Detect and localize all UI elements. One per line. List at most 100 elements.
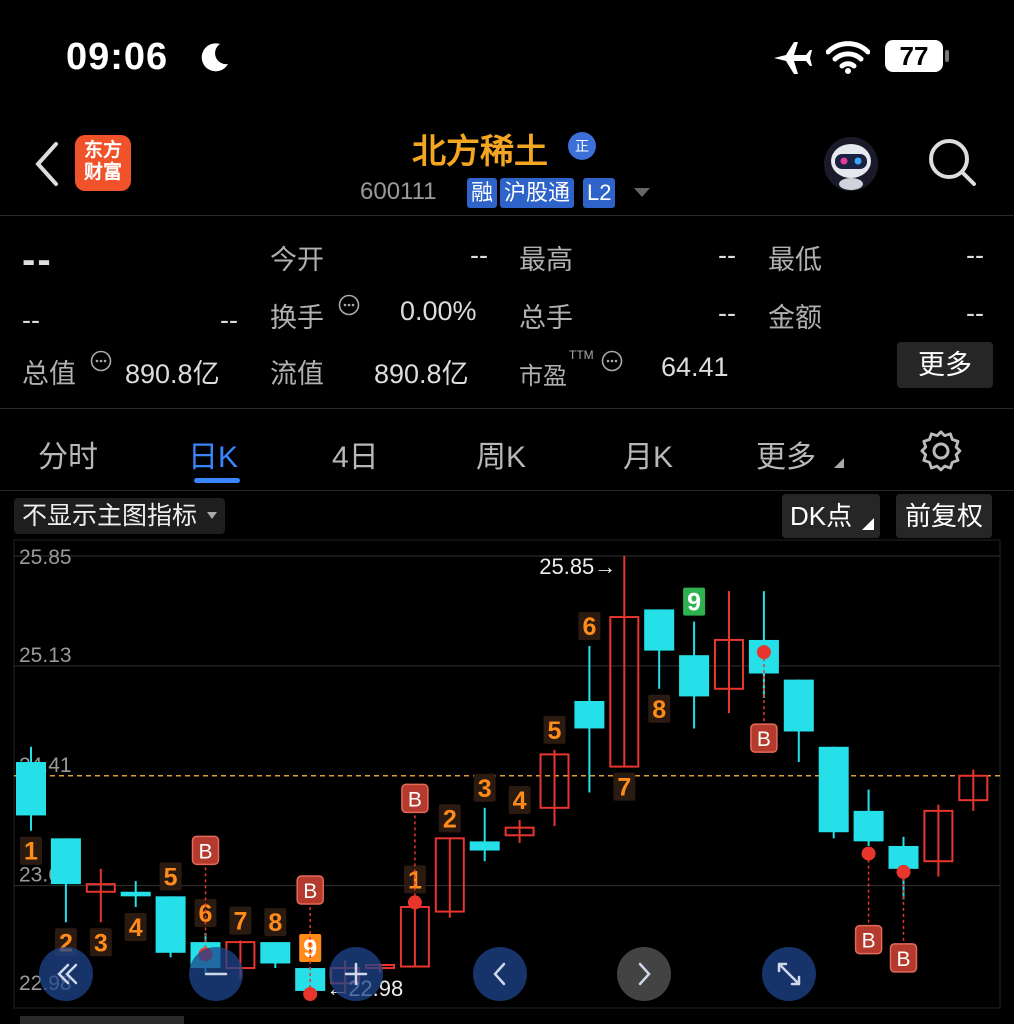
info-icon[interactable] [90, 350, 112, 372]
wifi-icon [826, 41, 870, 74]
buy-signal-label: B [198, 840, 212, 863]
sub-indicator-strip [20, 1016, 184, 1024]
sequence-count-label: 9 [687, 589, 701, 617]
margin-tag: 融 [467, 178, 498, 208]
amount-value: -- [966, 298, 984, 328]
candle-body [16, 762, 46, 816]
chevron-down-icon [207, 512, 218, 519]
buy-signal-label: B [408, 788, 422, 811]
candle-body [120, 891, 151, 897]
tab-4day[interactable]: 4日 [332, 432, 379, 476]
airplane-icon [774, 42, 812, 74]
candle-body [644, 609, 675, 651]
battery-level: 77 [899, 41, 929, 71]
low-label: 最低 [768, 245, 822, 275]
triangle-icon [834, 458, 844, 468]
volume-label: 总手 [519, 303, 573, 333]
tab-timeshare[interactable]: 分时 [38, 432, 98, 476]
total-cap-value: 890.8亿 [125, 359, 220, 389]
triangle-icon [862, 518, 875, 530]
buy-signal-dot [303, 987, 318, 1001]
more-quote-button[interactable]: 更多 [897, 342, 993, 388]
candle-body [469, 841, 500, 851]
candle-body [818, 746, 849, 833]
right-icon[interactable] [617, 947, 671, 1001]
candle-body [853, 810, 884, 842]
stock-code[interactable]: 600111 [360, 178, 437, 206]
tab-more[interactable]: 更多 [756, 432, 816, 476]
fullscreen-icon[interactable] [762, 947, 816, 1001]
sequence-count-label: 7 [617, 774, 631, 802]
buy-signal-label: B [862, 930, 876, 953]
tab-month-k[interactable]: 月K [623, 432, 673, 476]
high-value: -- [718, 240, 736, 270]
high-label: 最高 [519, 245, 573, 275]
back-icon[interactable] [30, 140, 64, 188]
price-change-pct: -- [220, 305, 238, 335]
sequence-count-label: 3 [94, 929, 108, 957]
sequence-count-label: 8 [268, 909, 282, 937]
buy-signal-label: B [757, 728, 771, 751]
turnover-value: 0.00% [400, 296, 477, 326]
indicator-select-label: 不显示主图指标 [22, 502, 198, 530]
y-axis-tick-label: 25.85 [19, 546, 72, 569]
price-change: -- [22, 305, 40, 335]
info-icon[interactable] [601, 350, 623, 372]
sequence-count-label: 1 [24, 838, 38, 866]
adjust-mode-button[interactable]: 前复权 [896, 494, 993, 538]
buy-signal-label: B [303, 880, 317, 903]
float-cap-label: 流值 [270, 359, 324, 389]
sequence-count-label: 5 [164, 863, 178, 891]
sequence-count-label: 7 [233, 908, 247, 936]
volume-value: -- [718, 298, 736, 328]
divider [0, 408, 1014, 409]
sequence-count-label: 6 [582, 613, 596, 641]
current-price: -- [22, 238, 53, 282]
dk-point-button[interactable]: DK点 [782, 494, 881, 538]
chevron-down-icon[interactable] [634, 188, 650, 198]
buy-signal-dot [756, 645, 771, 660]
sequence-count-label: 4 [513, 787, 527, 815]
brand-logo[interactable]: 东方 财富 [75, 135, 131, 191]
low-value: -- [966, 240, 984, 270]
amount-label: 金额 [768, 303, 822, 333]
y-axis-tick-label: 25.13 [19, 644, 72, 667]
pe-label: 市盈 [519, 363, 567, 390]
search-icon[interactable] [926, 136, 978, 188]
gear-icon[interactable] [920, 430, 962, 472]
open-value: -- [470, 240, 488, 270]
divider [0, 490, 1014, 491]
sequence-count-label: 8 [652, 696, 666, 724]
robot-assistant-icon[interactable] [822, 135, 880, 193]
left-icon[interactable] [473, 947, 527, 1001]
logo-line1: 东方 [83, 140, 122, 161]
kline-chart[interactable]: 25.8525.1324.4123.6922.9825.85→←22.98123… [0, 538, 1014, 1016]
candle-body [679, 655, 710, 697]
total-cap-label: 总值 [22, 359, 76, 389]
minus-icon[interactable] [189, 947, 243, 1001]
open-label: 今开 [270, 245, 324, 275]
max-price-label: 25.85→ [539, 554, 616, 579]
buy-signal-label: B [896, 948, 910, 971]
indicator-select[interactable]: 不显示主图指标 [14, 498, 226, 534]
info-icon[interactable] [338, 294, 360, 316]
divider [0, 215, 1014, 216]
plus-icon[interactable] [329, 947, 383, 1001]
candle-body [155, 896, 186, 953]
verified-badge: 正 [568, 132, 596, 160]
sequence-count-label: 4 [129, 914, 143, 942]
dk-point-label: DK点 [790, 501, 853, 531]
connect-tag: 沪股通 [500, 178, 575, 208]
sequence-count-label: 2 [443, 805, 457, 833]
tab-week-k[interactable]: 周K [476, 432, 526, 476]
tab-day-k[interactable]: 日K [188, 432, 238, 476]
double-left-icon[interactable] [39, 947, 93, 1001]
logo-line2: 财富 [83, 162, 122, 183]
level2-tag: L2 [583, 178, 616, 208]
moon-icon [201, 43, 228, 72]
sequence-count-label: 5 [548, 717, 562, 745]
status-time: 09:06 [66, 36, 169, 78]
active-tab-indicator [194, 478, 240, 483]
candle-body [783, 679, 814, 732]
buy-signal-dot [896, 864, 911, 879]
